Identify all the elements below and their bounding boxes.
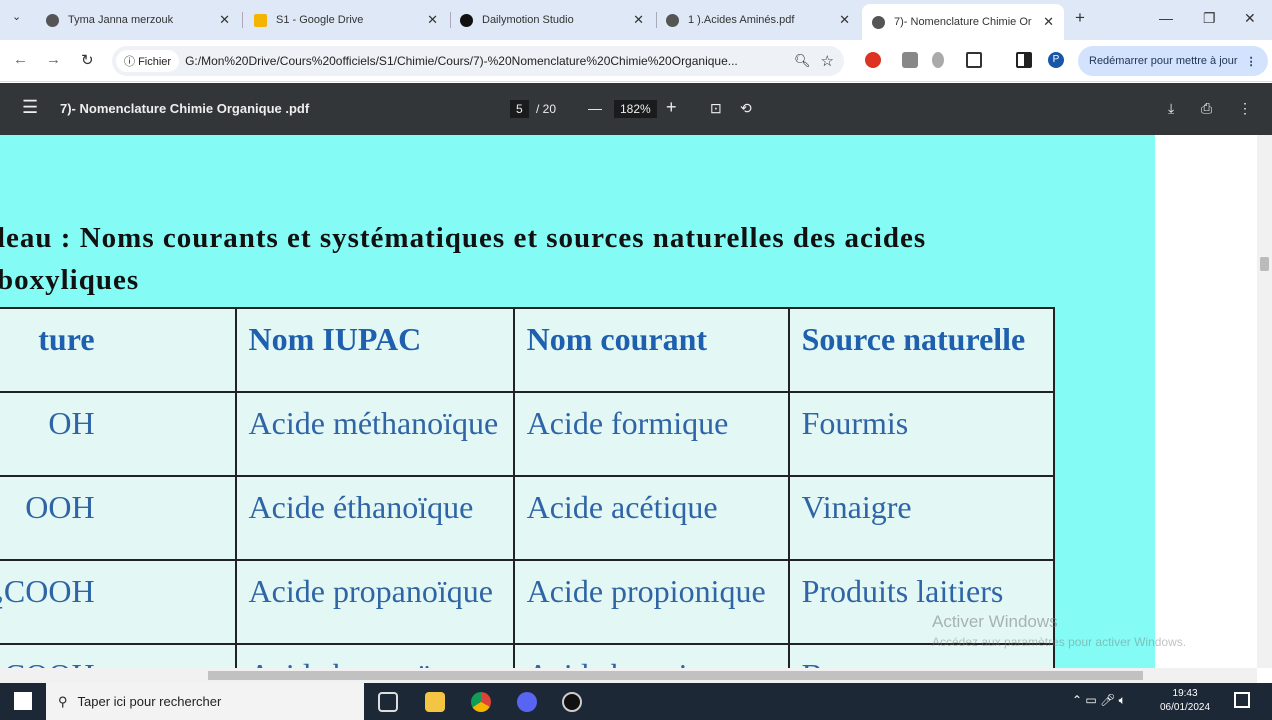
close-tab-icon[interactable]: ✕ (839, 12, 850, 28)
side-panel-icon[interactable] (1016, 52, 1032, 68)
extensions-puzzle-icon[interactable] (966, 52, 982, 68)
table-header-row: ture Nom IUPAC Nom courant Source nature… (0, 307, 1056, 393)
table-row: H₂CH₂COOHAcide butanoïqueAcide butyrique… (0, 643, 1056, 668)
scroll-thumb[interactable] (1260, 257, 1269, 271)
activate-windows-watermark: Activer Windows (932, 612, 1058, 631)
back-button[interactable]: ← (13, 51, 28, 68)
site-info-badge[interactable]: ⓘ Fichier (116, 50, 180, 72)
restore-button[interactable]: ❐ (1203, 10, 1216, 27)
taskbar: ⚲ Taper ici pour rechercher ⌃ ▭ 🎤︎ 🔈︎ 19:… (0, 683, 1272, 720)
globe-icon (666, 13, 679, 27)
task-view-icon[interactable] (378, 692, 398, 712)
rotate-icon[interactable]: ⟲ (740, 100, 752, 117)
close-window-button[interactable]: ✕ (1244, 10, 1256, 27)
zoom-icon[interactable]: 🔍︎ (794, 53, 811, 69)
horizontal-scrollbar[interactable] (0, 668, 1257, 683)
discord-icon[interactable] (517, 692, 537, 712)
print-icon[interactable]: ⎙ (1201, 100, 1212, 117)
pdf-page: leau : Noms courants et systématiques et… (0, 135, 1155, 668)
page-number-input[interactable]: 5 (510, 100, 529, 118)
minimize-button[interactable]: — (1159, 10, 1173, 26)
close-tab-icon[interactable]: ✕ (219, 12, 230, 28)
fit-page-icon[interactable]: ⊡ (710, 100, 722, 117)
scroll-thumb[interactable] (208, 671, 1143, 680)
download-icon[interactable]: ⤓ (1168, 100, 1174, 117)
bookmark-star-icon[interactable]: ☆ (821, 52, 834, 70)
drive-icon (254, 13, 267, 27)
clock[interactable]: 19:43 06/01/2024 (1160, 687, 1210, 715)
pdf-viewer[interactable]: leau : Noms courants et systématiques et… (0, 135, 1257, 668)
forward-button[interactable]: → (46, 51, 61, 68)
reload-button[interactable]: ↻ (81, 51, 94, 69)
shield-extension-icon[interactable] (932, 52, 944, 68)
address-input[interactable]: ⓘ Fichier G:/Mon%20Drive/Cours%20officie… (112, 46, 844, 76)
pdf-filename: 7)- Nomenclature Chimie Organique .pdf (60, 101, 310, 116)
windows-start-icon[interactable] (14, 692, 32, 710)
close-tab-icon[interactable]: ✕ (1043, 14, 1054, 30)
globe-icon (872, 15, 885, 29)
tab-tyma[interactable]: Tyma Janna merzouk ✕ (36, 6, 240, 34)
close-tab-icon[interactable]: ✕ (427, 12, 438, 28)
adblock-extension-icon[interactable] (865, 52, 881, 68)
table-title: leau : Noms courants et systématiques et… (0, 222, 927, 296)
update-button[interactable]: Redémarrer pour mettre à jour ⋮ (1078, 46, 1268, 76)
dailymotion-icon (460, 13, 473, 27)
table-row: OOH Acide éthanoïque Acide acétique Vinaigr… (0, 475, 1056, 561)
extension-icon[interactable] (902, 52, 918, 68)
notifications-icon[interactable] (1234, 692, 1250, 708)
profile-avatar[interactable]: P (1048, 52, 1064, 68)
more-options-icon[interactable]: ⋮ (1238, 100, 1252, 117)
tab-nomenclature[interactable]: 7)- Nomenclature Chimie Or ✕ (862, 4, 1064, 40)
obs-icon[interactable] (562, 692, 582, 712)
zoom-input[interactable]: 182% (614, 100, 657, 118)
vertical-scrollbar[interactable] (1257, 135, 1272, 668)
table-row: OH Acide méthanoïque Acide formique Fourmis (0, 391, 1056, 477)
tab-search-chevron-icon[interactable]: ⌄ (12, 10, 21, 23)
acids-table: ture Nom IUPAC Nom courant Source nature… (0, 307, 1056, 668)
globe-icon (46, 13, 59, 27)
chrome-icon[interactable] (471, 692, 491, 712)
zoom-out-button[interactable]: — (588, 100, 602, 116)
pdf-toolbar: ☰ 7)- Nomenclature Chimie Organique .pdf… (0, 83, 1272, 135)
address-bar-row: ← → ↻ ⓘ Fichier G:/Mon%20Drive/Cours%20o… (0, 40, 1272, 82)
activate-windows-subtext: Accédez aux paramètres pour activer Wind… (932, 635, 1187, 649)
close-tab-icon[interactable]: ✕ (633, 12, 644, 28)
system-tray-icons[interactable]: ⌃ ▭ 🎤︎ 🔈︎ (1072, 693, 1126, 708)
menu-icon[interactable]: ☰ (22, 97, 38, 118)
zoom-in-button[interactable]: + (666, 97, 677, 118)
taskbar-search[interactable]: ⚲ Taper ici pour rechercher (46, 683, 364, 720)
table-row: H₂COOHAcide propanoïqueAcide propionique… (0, 559, 1056, 645)
new-tab-button[interactable]: + (1075, 8, 1085, 28)
file-explorer-icon[interactable] (425, 692, 445, 712)
tab-dailymotion[interactable]: Dailymotion Studio ✕ (450, 6, 654, 34)
tab-google-drive[interactable]: S1 - Google Drive ✕ (244, 6, 448, 34)
tab-acides-amines[interactable]: 1 ).Acides Aminés.pdf ✕ (656, 6, 860, 34)
tab-bar: ⌄ Tyma Janna merzouk ✕ S1 - Google Drive ✕… (0, 0, 1272, 40)
